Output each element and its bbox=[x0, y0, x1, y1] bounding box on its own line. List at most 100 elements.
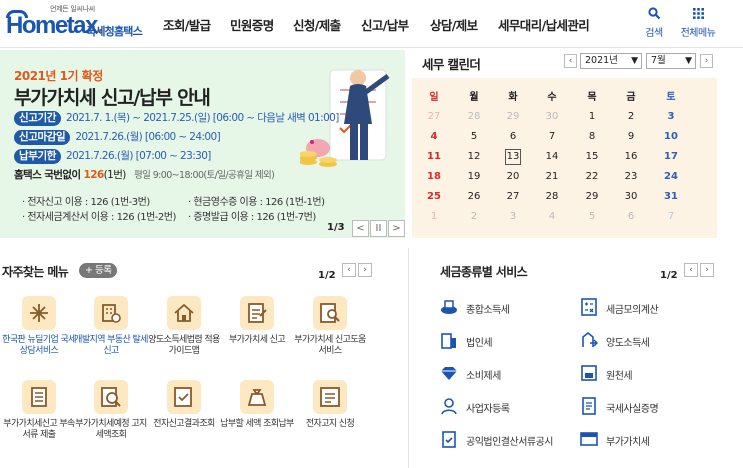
calendar-day[interactable]: 30 bbox=[616, 191, 646, 202]
favorites-title: 자주찾는 메뉴 bbox=[2, 265, 69, 279]
calendar-day[interactable]: 22 bbox=[577, 171, 607, 182]
favorite-menu-tile[interactable]: 전자고지 신청 bbox=[293, 380, 367, 430]
calendar-day[interactable]: 8 bbox=[577, 131, 607, 142]
favorites-add-button[interactable]: + 등록 bbox=[79, 263, 118, 278]
favorite-menu-tile[interactable]: 한국판 뉴딜기업 국세상담서비스 bbox=[2, 296, 76, 357]
calendar-day[interactable]: 16 bbox=[616, 151, 646, 162]
tax-service-item[interactable]: 국세사실증명 bbox=[580, 397, 720, 415]
calendar-day-number: 18 bbox=[427, 171, 441, 182]
calendar-day[interactable]: 24 bbox=[656, 171, 686, 182]
calendar-next-button[interactable]: › bbox=[700, 54, 713, 68]
nav-report-pay[interactable]: 신고/납부 bbox=[361, 15, 409, 34]
banner-title: 부가가치세 신고/납부 안내 bbox=[14, 87, 211, 109]
calendar-day[interactable]: 1 bbox=[577, 111, 607, 122]
calendar-year-select[interactable]: 2021년 ▼ bbox=[580, 53, 642, 69]
favorite-menu-tile[interactable]: 납부할 세액 조회납부 bbox=[220, 380, 294, 430]
calendar-day[interactable]: 15 bbox=[577, 151, 607, 162]
calendar-day-number: 12 bbox=[467, 151, 481, 162]
calendar-day-number: 2 bbox=[470, 211, 478, 222]
banner-next-button[interactable]: > bbox=[388, 220, 405, 237]
tax-service-item[interactable]: 세금모의계산 bbox=[580, 298, 720, 316]
calendar-day-number: 15 bbox=[585, 151, 599, 162]
calendar-day[interactable]: 17 bbox=[656, 151, 686, 162]
calendar-day[interactable]: 19 bbox=[459, 171, 489, 182]
calendar-day[interactable]: 10 bbox=[656, 131, 686, 142]
hometax-logo[interactable]: 언제든 일씨나씨 Hometax. 국세청홈택스 bbox=[6, 4, 146, 44]
calendar-day[interactable]: 23 bbox=[616, 171, 646, 182]
calendar-day[interactable]: 11 bbox=[419, 151, 449, 162]
tax-service-item[interactable]: 원천세 bbox=[580, 364, 720, 382]
banner-pause-button[interactable]: II bbox=[370, 220, 387, 237]
tax-service-item[interactable]: 종합소득세 bbox=[440, 298, 580, 316]
calendar-day[interactable]: 5 bbox=[459, 131, 489, 142]
all-menu-button[interactable]: 전체메뉴 bbox=[678, 7, 718, 39]
favorite-menu-label: 부가가치세 신고 bbox=[228, 335, 286, 345]
favorites-page-indicator: 1/2 bbox=[318, 270, 336, 281]
nav-tax-agent[interactable]: 세무대리/납세관리 bbox=[498, 15, 590, 34]
calendar-day[interactable]: 27 bbox=[498, 191, 528, 202]
tax-service-item[interactable]: 소비제세 bbox=[440, 364, 580, 382]
favorites-prev-button[interactable]: ‹ bbox=[342, 263, 356, 277]
calendar-day[interactable]: 14 bbox=[537, 151, 567, 162]
chevron-right-icon: › bbox=[704, 56, 709, 66]
calendar-day[interactable]: 6 bbox=[498, 131, 528, 142]
favorite-menu-tile[interactable]: 개발지역 부동산 탈세신고 bbox=[74, 296, 148, 357]
tax-service-item[interactable]: 부가가치세 bbox=[580, 430, 720, 448]
favorite-menu-tile[interactable]: 전자신고결과조회 bbox=[147, 380, 221, 430]
calendar-day[interactable]: 31 bbox=[656, 191, 686, 202]
calendar-day[interactable]: 2 bbox=[616, 111, 646, 122]
nav-consult-report[interactable]: 상담/제보 bbox=[430, 15, 478, 34]
favorites-pager: 1/2 ‹ › bbox=[318, 263, 372, 282]
tax-service-item[interactable]: 양도소득세 bbox=[580, 331, 720, 349]
favorite-menu-tile[interactable]: 부가가치세 신고도움 서비스 bbox=[293, 296, 367, 357]
search-button[interactable]: 검색 bbox=[634, 7, 674, 39]
weekday-header: 수 bbox=[547, 92, 557, 103]
nav-inquiry-issue[interactable]: 조회/발급 bbox=[163, 15, 211, 34]
tax-service-label: 법인세 bbox=[466, 338, 493, 349]
calendar-day-number: 2 bbox=[627, 111, 635, 122]
favorite-menu-tile[interactable]: 부가가치세 신고 bbox=[220, 296, 294, 346]
calendar-day-number: 17 bbox=[664, 151, 678, 162]
calendar-day[interactable]: 7 bbox=[537, 131, 567, 142]
calendar-day: 27 bbox=[419, 111, 449, 122]
calendar-day-today[interactable]: 13 bbox=[498, 149, 528, 165]
tax-service-item[interactable]: 사업자등록 bbox=[440, 397, 580, 415]
calendar-day[interactable]: 26 bbox=[459, 191, 489, 202]
nav-civil-certificate[interactable]: 민원증명 bbox=[230, 15, 274, 34]
calendar-day[interactable]: 4 bbox=[419, 131, 449, 142]
banner-prev-button[interactable]: < bbox=[352, 220, 369, 237]
chevron-right-icon: › bbox=[363, 265, 367, 275]
favorite-menu-tile[interactable]: 부가가치세예정 고지세액조회 bbox=[74, 380, 148, 441]
favorite-menu-tile[interactable]: 양도소득세법령 적용가이드맵 bbox=[147, 296, 221, 357]
calendar-day[interactable]: 18 bbox=[419, 171, 449, 182]
nav-apply-submit[interactable]: 신청/제출 bbox=[293, 15, 341, 34]
tax-service-item[interactable]: 법인세 bbox=[440, 331, 580, 349]
favorites-next-button[interactable]: › bbox=[358, 263, 372, 277]
document-icon bbox=[22, 380, 56, 414]
transfer-tax-icon bbox=[580, 331, 599, 349]
tax-service-label: 공익법인결산서류공시 bbox=[466, 437, 554, 448]
calendar-prev-year-button[interactable]: ‹ bbox=[564, 54, 577, 68]
services-next-button[interactable]: › bbox=[700, 263, 714, 277]
calendar-day[interactable]: 29 bbox=[577, 191, 607, 202]
calendar-day[interactable]: 28 bbox=[537, 191, 567, 202]
services-prev-button[interactable]: ‹ bbox=[684, 263, 698, 277]
calendar-day-number: 21 bbox=[545, 171, 559, 182]
tax-service-label: 원천세 bbox=[606, 371, 633, 382]
calendar-day[interactable]: 21 bbox=[537, 171, 567, 182]
calendar-day[interactable]: 9 bbox=[616, 131, 646, 142]
calendar-day[interactable]: 12 bbox=[459, 151, 489, 162]
calendar-day-number: 8 bbox=[588, 131, 596, 142]
calendar-day[interactable]: 3 bbox=[656, 111, 686, 122]
calendar-day-number: 19 bbox=[467, 171, 481, 182]
calendar-day[interactable]: 25 bbox=[419, 191, 449, 202]
calendar-day-number: 14 bbox=[545, 151, 559, 162]
calendar-day[interactable]: 20 bbox=[498, 171, 528, 182]
certificate-icon bbox=[580, 397, 598, 415]
calendar-day-number: 4 bbox=[548, 211, 556, 222]
tax-service-item[interactable]: 공익법인결산서류공시 bbox=[440, 430, 580, 448]
calendar-month-select[interactable]: 7월 ▼ bbox=[646, 53, 696, 69]
calendar-day-number: 5 bbox=[470, 131, 478, 142]
favorite-menu-tile[interactable]: 부가가치세신고 부속서류 제출 bbox=[2, 380, 76, 441]
call-menu-list: · 전자신고 이용 : 126 (1번-3번) · 현금영수증 이용 : 126… bbox=[10, 187, 325, 235]
